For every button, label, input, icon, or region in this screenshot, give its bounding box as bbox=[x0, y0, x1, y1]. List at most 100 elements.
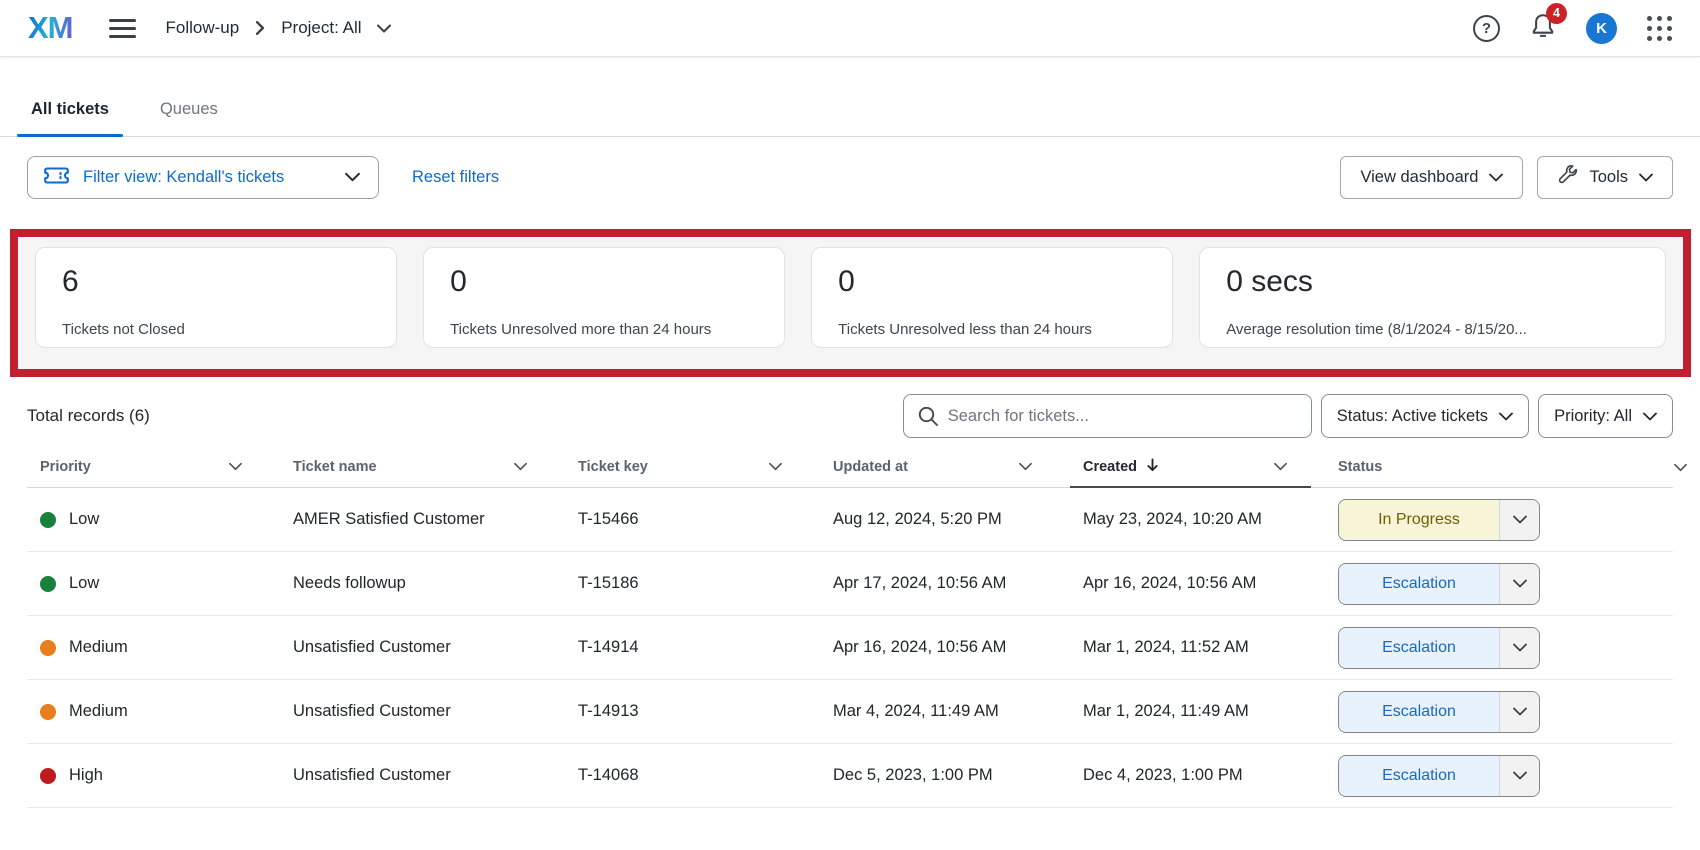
ticket-tabs: All tickets Queues bbox=[0, 94, 1700, 137]
app-grid-icon[interactable] bbox=[1647, 16, 1672, 41]
breadcrumb-section[interactable]: Follow-up bbox=[166, 18, 240, 38]
status-cell: Escalation bbox=[1325, 563, 1565, 605]
table-row[interactable]: Medium Unsatisfied Customer T-14913 Mar … bbox=[27, 680, 1673, 744]
filter-view-label: Filter view: Kendall's tickets bbox=[83, 168, 331, 187]
status-dropdown[interactable]: Escalation bbox=[1338, 691, 1540, 733]
stat-label: Tickets Unresolved more than 24 hours bbox=[450, 321, 758, 338]
stat-value: 0 bbox=[838, 265, 1146, 299]
column-header-priority[interactable]: Priority bbox=[27, 447, 280, 487]
view-dashboard-label: View dashboard bbox=[1360, 168, 1478, 187]
search-icon bbox=[917, 405, 939, 427]
help-icon[interactable]: ? bbox=[1473, 15, 1500, 42]
status-dropdown[interactable]: Escalation bbox=[1338, 755, 1540, 797]
priority-dot bbox=[40, 640, 56, 656]
priority-dot bbox=[40, 512, 56, 528]
status-dropdown[interactable]: Escalation bbox=[1338, 563, 1540, 605]
ticket-key-cell: T-14068 bbox=[565, 766, 820, 785]
priority-label: Medium bbox=[69, 702, 128, 721]
stat-label: Tickets Unresolved less than 24 hours bbox=[838, 321, 1146, 338]
updated-at-cell: Dec 5, 2023, 1:00 PM bbox=[820, 766, 1070, 785]
chevron-down-icon[interactable] bbox=[1499, 628, 1539, 668]
view-dashboard-button[interactable]: View dashboard bbox=[1340, 156, 1523, 199]
status-badge[interactable]: Escalation bbox=[1339, 628, 1499, 668]
status-badge[interactable]: Escalation bbox=[1339, 564, 1499, 604]
filter-view-dropdown[interactable]: Filter view: Kendall's tickets bbox=[27, 156, 379, 199]
priority-dot bbox=[40, 576, 56, 592]
tickets-table: Priority Ticket name Ticket key Updated … bbox=[0, 447, 1700, 808]
priority-cell: Medium bbox=[27, 638, 280, 657]
stat-label: Average resolution time (8/1/2024 - 8/15… bbox=[1226, 321, 1639, 338]
status-cell: In Progress bbox=[1325, 499, 1565, 541]
created-cell: Mar 1, 2024, 11:52 AM bbox=[1070, 638, 1325, 657]
status-badge[interactable]: Escalation bbox=[1339, 692, 1499, 732]
sort-descending-icon bbox=[1146, 458, 1159, 476]
avatar[interactable]: K bbox=[1586, 13, 1617, 44]
tab-all-tickets[interactable]: All tickets bbox=[29, 94, 111, 136]
tools-label: Tools bbox=[1589, 168, 1628, 187]
updated-at-cell: Mar 4, 2024, 11:49 AM bbox=[820, 702, 1070, 721]
column-header-ticket-key[interactable]: Ticket key bbox=[565, 447, 820, 487]
chevron-right-icon bbox=[254, 21, 266, 35]
priority-cell: Low bbox=[27, 510, 280, 529]
chevron-down-icon[interactable] bbox=[1019, 459, 1032, 475]
breadcrumb-project-selector[interactable]: Project: All bbox=[281, 18, 361, 38]
xm-logo: XM bbox=[28, 10, 73, 46]
column-header-updated-at[interactable]: Updated at bbox=[820, 447, 1070, 487]
priority-dot bbox=[40, 768, 56, 784]
chevron-down-icon[interactable] bbox=[1499, 692, 1539, 732]
column-header-created[interactable]: Created bbox=[1070, 447, 1325, 487]
records-bar: Total records (6) Status: Active tickets… bbox=[0, 394, 1700, 438]
stat-value: 0 secs bbox=[1226, 265, 1639, 299]
stat-card: 0 Tickets Unresolved more than 24 hours bbox=[423, 247, 785, 348]
chevron-down-icon[interactable] bbox=[1499, 756, 1539, 796]
table-row[interactable]: Low AMER Satisfied Customer T-15466 Aug … bbox=[27, 488, 1673, 552]
stat-value: 0 bbox=[450, 265, 758, 299]
table-row[interactable]: Medium Unsatisfied Customer T-14914 Apr … bbox=[27, 616, 1673, 680]
status-cell: Escalation bbox=[1325, 691, 1565, 733]
chevron-down-icon bbox=[1499, 407, 1513, 426]
status-filter-label: Status: Active tickets bbox=[1337, 407, 1488, 426]
chevron-down-icon[interactable] bbox=[514, 459, 527, 475]
updated-at-cell: Aug 12, 2024, 5:20 PM bbox=[820, 510, 1070, 529]
breadcrumb: Follow-up Project: All bbox=[166, 18, 391, 38]
status-cell: Escalation bbox=[1325, 627, 1565, 669]
chevron-down-icon bbox=[1489, 168, 1503, 187]
status-dropdown[interactable]: Escalation bbox=[1338, 627, 1540, 669]
priority-cell: Medium bbox=[27, 702, 280, 721]
reset-filters-link[interactable]: Reset filters bbox=[412, 168, 499, 187]
ticket-name-cell: Unsatisfied Customer bbox=[280, 702, 565, 721]
ticket-icon bbox=[44, 167, 69, 189]
chevron-down-icon[interactable] bbox=[1674, 460, 1687, 476]
column-header-ticket-name[interactable]: Ticket name bbox=[280, 447, 565, 487]
priority-cell: Low bbox=[27, 574, 280, 593]
status-badge[interactable]: In Progress bbox=[1339, 500, 1499, 540]
column-header-status[interactable]: Status bbox=[1325, 447, 1565, 487]
table-row[interactable]: High Unsatisfied Customer T-14068 Dec 5,… bbox=[27, 744, 1673, 808]
chevron-down-icon[interactable] bbox=[1499, 500, 1539, 540]
hamburger-menu-icon[interactable] bbox=[109, 19, 136, 38]
chevron-down-icon[interactable] bbox=[1499, 564, 1539, 604]
filter-bar: Filter view: Kendall's tickets Reset fil… bbox=[0, 156, 1700, 199]
created-cell: Dec 4, 2023, 1:00 PM bbox=[1070, 766, 1325, 785]
status-dropdown[interactable]: In Progress bbox=[1338, 499, 1540, 541]
status-badge[interactable]: Escalation bbox=[1339, 756, 1499, 796]
stat-card: 0 secs Average resolution time (8/1/2024… bbox=[1199, 247, 1666, 348]
chevron-down-icon bbox=[1639, 168, 1653, 187]
tab-queues[interactable]: Queues bbox=[158, 94, 220, 136]
table-row[interactable]: Low Needs followup T-15186 Apr 17, 2024,… bbox=[27, 552, 1673, 616]
chevron-down-icon bbox=[1643, 407, 1657, 426]
notifications-button[interactable]: 4 bbox=[1530, 12, 1556, 45]
stat-value: 6 bbox=[62, 265, 370, 299]
ticket-name-cell: Unsatisfied Customer bbox=[280, 638, 565, 657]
chevron-down-icon[interactable] bbox=[769, 459, 782, 475]
chevron-down-icon[interactable] bbox=[229, 459, 242, 475]
priority-filter-dropdown[interactable]: Priority: All bbox=[1538, 394, 1673, 438]
tools-button[interactable]: Tools bbox=[1537, 156, 1673, 199]
ticket-name-cell: AMER Satisfied Customer bbox=[280, 510, 565, 529]
stat-label: Tickets not Closed bbox=[62, 321, 370, 338]
chevron-down-icon[interactable] bbox=[377, 24, 391, 33]
search-input[interactable] bbox=[903, 394, 1312, 438]
status-filter-dropdown[interactable]: Status: Active tickets bbox=[1321, 394, 1529, 438]
chevron-down-icon[interactable] bbox=[1274, 459, 1287, 475]
table-header-row: Priority Ticket name Ticket key Updated … bbox=[27, 447, 1673, 488]
